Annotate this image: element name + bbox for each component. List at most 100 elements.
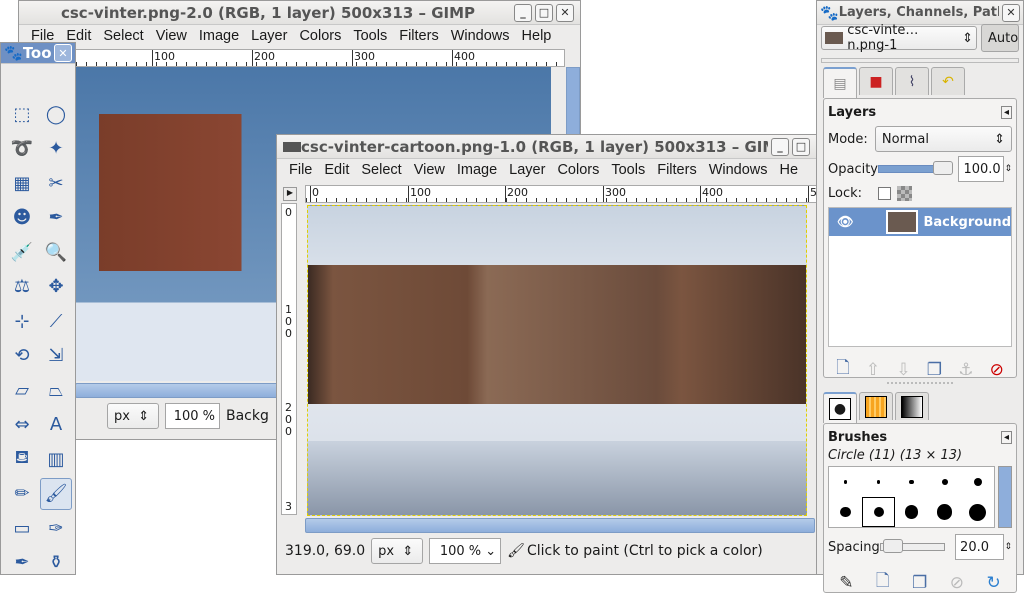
- window1-titlebar[interactable]: csc-vinter.png-2.0 (RGB, 1 layer) 500x31…: [19, 1, 580, 25]
- fuzzy-select-tool-icon[interactable]: ✦: [43, 136, 69, 162]
- horizontal-ruler[interactable]: 0 100 200 300 400 5: [305, 185, 817, 203]
- ink-tool-icon[interactable]: ✒: [9, 550, 35, 576]
- rotate-tool-icon[interactable]: ⟲: [9, 343, 35, 369]
- crop-tool-icon[interactable]: ⟋: [43, 308, 69, 334]
- lower-layer-icon[interactable]: ⇩: [896, 360, 910, 380]
- color-picker-tool-icon[interactable]: 💉: [9, 239, 35, 265]
- select-by-color-tool-icon[interactable]: ▦: [9, 170, 35, 196]
- opacity-spin[interactable]: ⇕: [1004, 164, 1012, 174]
- scale-tool-icon[interactable]: ⇲: [43, 343, 69, 369]
- menu-layer[interactable]: Layer: [509, 162, 545, 178]
- tab-brushes[interactable]: ●: [823, 392, 857, 423]
- menu-filters[interactable]: Filters: [399, 28, 438, 44]
- align-tool-icon[interactable]: ⊹: [9, 308, 35, 334]
- tab-layers[interactable]: ▤: [823, 67, 857, 98]
- bucket-fill-tool-icon[interactable]: ⛾: [9, 446, 35, 472]
- dock-titlebar[interactable]: 🐾Layers, Channels, Paths,✕: [817, 1, 1023, 25]
- window2-titlebar[interactable]: csc-vinter-cartoon.png-1.0 (RGB, 1 layer…: [277, 135, 816, 159]
- tab-channels[interactable]: ■: [859, 67, 893, 95]
- brush-item[interactable]: [895, 497, 928, 527]
- menu-help[interactable]: Help: [522, 28, 552, 44]
- zoom-tool-icon[interactable]: 🔍: [43, 239, 69, 265]
- image-select[interactable]: csc-vinte…n.png-1 ⇕: [821, 23, 977, 53]
- opacity-slider[interactable]: [878, 161, 954, 175]
- menu-view[interactable]: View: [414, 162, 445, 178]
- refresh-brushes-icon[interactable]: ↻: [986, 573, 1000, 593]
- tab-gradients[interactable]: [895, 392, 929, 420]
- unit-select[interactable]: px ⇕: [107, 403, 159, 429]
- airbrush-tool-icon[interactable]: ✑: [43, 515, 69, 541]
- spacing-spin[interactable]: ⇕: [1004, 542, 1012, 552]
- shear-tool-icon[interactable]: ▱: [9, 377, 35, 403]
- dock-separator[interactable]: [887, 382, 953, 388]
- eye-icon[interactable]: 👁: [829, 215, 886, 230]
- tab-paths[interactable]: ⌇: [895, 67, 929, 95]
- new-brush-icon[interactable]: 🗋: [876, 568, 890, 597]
- auto-button[interactable]: Auto: [981, 24, 1019, 52]
- delete-brush-icon[interactable]: ⊘: [950, 573, 964, 593]
- edit-brush-icon[interactable]: ✎: [839, 573, 853, 593]
- delete-layer-icon[interactable]: ⊘: [990, 360, 1004, 380]
- unit-select[interactable]: px ⇕: [371, 538, 424, 564]
- paths-tool-icon[interactable]: ✒: [43, 205, 69, 231]
- spacing-field[interactable]: 20.0: [955, 534, 1005, 560]
- brush-item[interactable]: [862, 497, 896, 527]
- brush-item[interactable]: [829, 497, 862, 527]
- brush-item[interactable]: [895, 467, 928, 497]
- horizontal-ruler[interactable]: 100 200 300 400: [75, 49, 565, 67]
- close-button[interactable]: ✕: [556, 3, 574, 22]
- layer-row[interactable]: 👁 Background: [829, 208, 1011, 236]
- menu-edit[interactable]: Edit: [324, 162, 349, 178]
- menu-windows[interactable]: Windows: [709, 162, 768, 178]
- close-button[interactable]: ✕: [1002, 3, 1020, 22]
- free-select-tool-icon[interactable]: ➰: [9, 136, 35, 162]
- anchor-icon[interactable]: ⚓: [958, 360, 973, 380]
- duplicate-brush-icon[interactable]: ❐: [912, 573, 927, 593]
- menu-select[interactable]: Select: [103, 28, 143, 44]
- minimize-button[interactable]: _: [771, 137, 789, 156]
- move-tool-icon[interactable]: ✥: [43, 274, 69, 300]
- toolbox-titlebar[interactable]: 🐾Tooll✕: [1, 43, 75, 64]
- quickmask-menu-button[interactable]: ▶: [283, 187, 297, 201]
- menu-tools[interactable]: Tools: [353, 28, 387, 44]
- zoom-field[interactable]: 100 %: [165, 403, 220, 429]
- duplicate-layer-icon[interactable]: ❐: [927, 360, 942, 380]
- blend-tool-icon[interactable]: ▥: [43, 446, 69, 472]
- scissors-tool-icon[interactable]: ✂: [43, 170, 69, 196]
- vertical-ruler[interactable]: 0 1 0 0 2 0 0 3: [281, 203, 297, 515]
- menu-colors[interactable]: Colors: [557, 162, 599, 178]
- zoom-field[interactable]: 100 % ⌄: [429, 538, 502, 564]
- brush-item[interactable]: [961, 467, 994, 497]
- menu-layer[interactable]: Layer: [251, 28, 287, 44]
- perspective-tool-icon[interactable]: ⏢: [43, 377, 69, 403]
- brush-item[interactable]: [928, 467, 961, 497]
- lock-alpha-icon[interactable]: [897, 186, 912, 201]
- horizontal-scrollbar[interactable]: [305, 518, 815, 533]
- tab-undo[interactable]: ↶: [931, 67, 965, 95]
- raise-layer-icon[interactable]: ⇧: [866, 360, 880, 380]
- menu-colors[interactable]: Colors: [299, 28, 341, 44]
- eraser-tool-icon[interactable]: ▭: [9, 515, 35, 541]
- menu-file[interactable]: File: [289, 162, 312, 178]
- tab-patterns[interactable]: [859, 392, 893, 420]
- brush-item[interactable]: [928, 497, 961, 527]
- canvas-image[interactable]: [307, 205, 807, 516]
- ellipse-select-tool-icon[interactable]: ◯: [43, 101, 69, 127]
- clone-tool-icon[interactable]: ⚱: [43, 550, 69, 576]
- menu-select[interactable]: Select: [361, 162, 401, 178]
- menu-filters[interactable]: Filters: [657, 162, 696, 178]
- flip-tool-icon[interactable]: ⇔: [9, 412, 35, 438]
- foreground-select-tool-icon[interactable]: ☻: [9, 205, 35, 231]
- menu-windows[interactable]: Windows: [451, 28, 510, 44]
- slider-handle[interactable]: [883, 539, 903, 553]
- panel-menu-icon[interactable]: ◂: [1000, 431, 1012, 444]
- paintbrush-tool-icon[interactable]: 🖌: [40, 477, 72, 510]
- rect-select-tool-icon[interactable]: ⬚: [9, 101, 35, 127]
- dock-separator[interactable]: [821, 58, 1019, 63]
- menu-tools[interactable]: Tools: [611, 162, 645, 178]
- menu-help[interactable]: He: [780, 162, 799, 178]
- lock-pixels-checkbox[interactable]: [878, 187, 891, 200]
- pencil-tool-icon[interactable]: ✏: [9, 481, 35, 507]
- menu-image[interactable]: Image: [457, 162, 497, 178]
- brush-scrollbar[interactable]: [998, 466, 1012, 528]
